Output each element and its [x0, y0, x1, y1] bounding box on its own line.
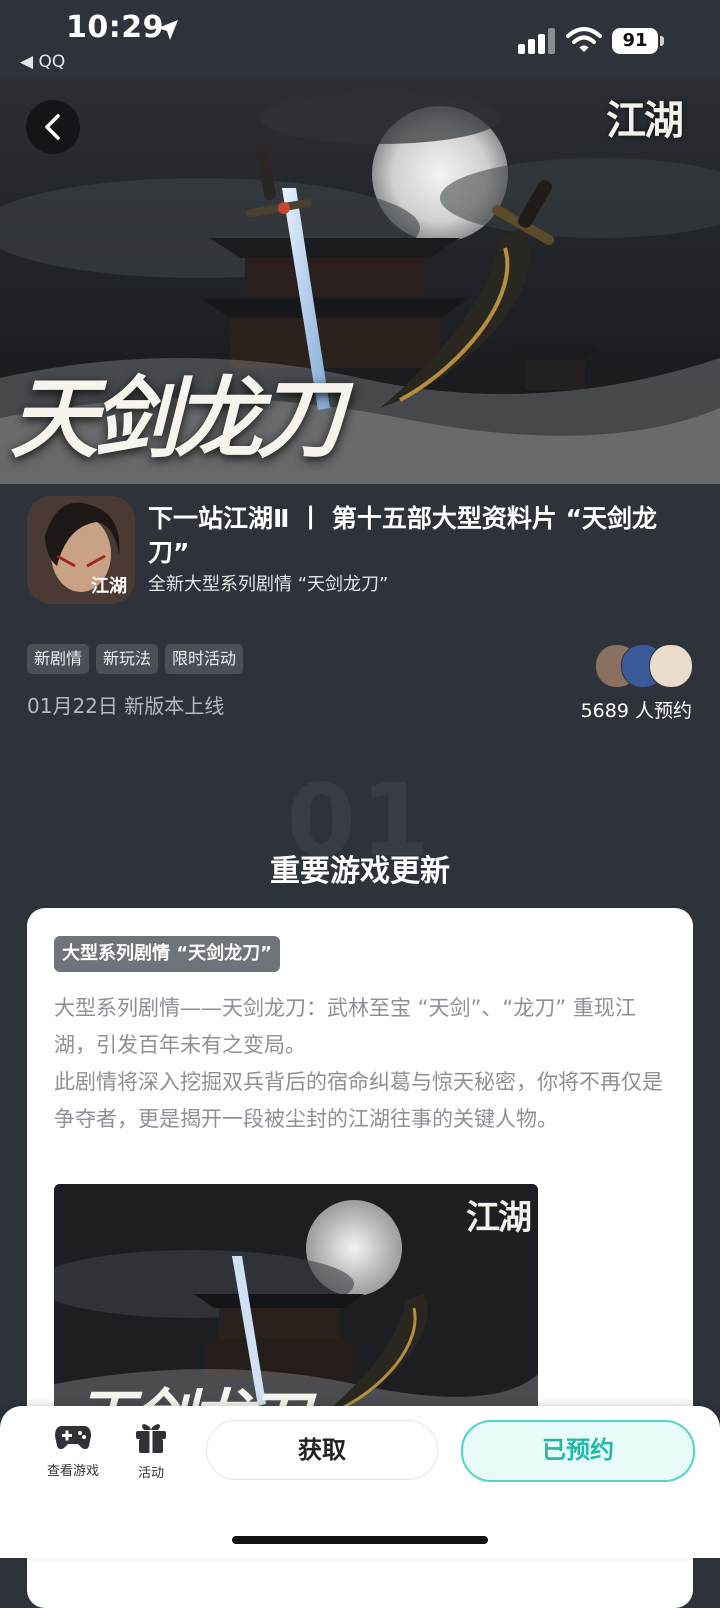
status-time: 10:29 [66, 10, 164, 45]
view-game-label: 查看游戏 [46, 1464, 99, 1479]
battery-level: 91 [612, 28, 658, 54]
tag-new-story: 新剧情 [27, 644, 90, 674]
hero-banner: 江湖 天剑龙刀 [0, 78, 720, 484]
back-to-app-link[interactable]: ◀ QQ [20, 52, 65, 72]
activity-label: 活动 [137, 1466, 164, 1481]
bottom-action-bar: 查看游戏 活动 获取 已预约 [0, 1406, 720, 1558]
release-date: 01月22日 新版本上线 [27, 694, 225, 718]
section-title: 重要游戏更新 [270, 854, 450, 889]
status-bar: 10:29 ◀ QQ 91 [0, 0, 720, 78]
hero-game-logo: 江湖 [606, 97, 684, 144]
view-game-nav[interactable]: 查看游戏 [41, 1422, 105, 1479]
card-badge: 大型系列剧情 “天剑龙刀” [54, 936, 280, 972]
game-subtitle: 全新大型系列剧情 “天剑龙刀” [148, 574, 389, 595]
card-paragraph: 大型系列剧情——天剑龙刀：武林至宝 “天剑”、“龙刀” 重现江湖，引发百年未有之… [54, 996, 663, 1131]
app-icon-logo: 江湖 [91, 576, 127, 597]
reservation-count: 5689 人预约 [580, 700, 692, 722]
signal-icon [518, 28, 555, 54]
game-title: 下一站江湖Ⅱ 丨 第十五部大型资料片 “天剑龙刀” [148, 504, 658, 567]
game-app-icon: 江湖 [27, 496, 135, 604]
tag-list: 新剧情 新玩法 限时活动 [27, 644, 244, 674]
card-image[interactable]: 江湖 天剑龙刀 [54, 1184, 538, 1444]
location-arrow-icon [158, 20, 178, 40]
activity-nav[interactable]: 活动 [119, 1422, 183, 1481]
reserver-avatars [595, 644, 693, 688]
battery-icon: 91 [612, 28, 666, 54]
get-button[interactable]: 获取 [206, 1420, 438, 1480]
back-chevron-icon [45, 114, 60, 140]
tag-new-gameplay: 新玩法 [96, 644, 159, 674]
gamepad-icon [55, 1426, 91, 1450]
back-button[interactable] [26, 100, 80, 154]
tag-limited-event: 限时活动 [165, 644, 244, 674]
wifi-icon [566, 27, 602, 52]
hero-title-art: 天剑龙刀 [10, 366, 344, 470]
card-image-logo: 江湖 [466, 1198, 532, 1238]
gift-icon [136, 1424, 166, 1453]
avatar [649, 644, 693, 688]
home-indicator[interactable] [232, 1536, 488, 1544]
reserved-button[interactable]: 已预约 [461, 1420, 695, 1482]
